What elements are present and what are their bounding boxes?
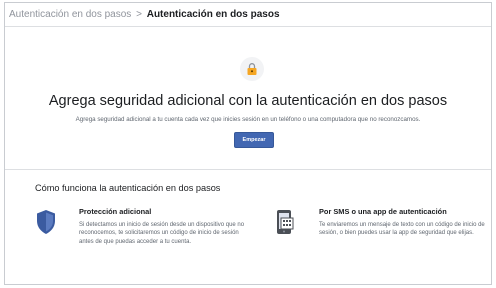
breadcrumb-parent-link[interactable]: Autenticación en dos pasos [9,9,131,20]
breadcrumb-separator: > [136,9,142,20]
phone-code-icon [275,209,297,235]
breadcrumb: Autenticación en dos pasos > Autenticaci… [5,3,491,27]
shield-icon [35,209,57,235]
hero-subtitle: Agrega seguridad adicional a tu cuenta c… [75,116,421,123]
section-divider [5,169,491,170]
feature-title: Protección adicional [79,207,152,216]
hero-title: Agrega seguridad adicional con la autent… [48,93,448,109]
how-it-works-title: Cómo funciona la autenticación en dos pa… [35,183,221,193]
start-button[interactable]: Empezar [234,132,274,148]
breadcrumb-current: Autenticación en dos pasos [146,9,280,20]
feature-description: Te enviaremos un mensaje de texto con un… [319,222,485,237]
two-step-auth-panel: Autenticación en dos pasos > Autenticaci… [4,2,492,285]
feature-title: Por SMS o una app de autenticación [319,207,447,216]
feature-description: Si detectamos un inicio de sesión desde … [79,222,245,245]
lock-key-icon [240,57,264,81]
